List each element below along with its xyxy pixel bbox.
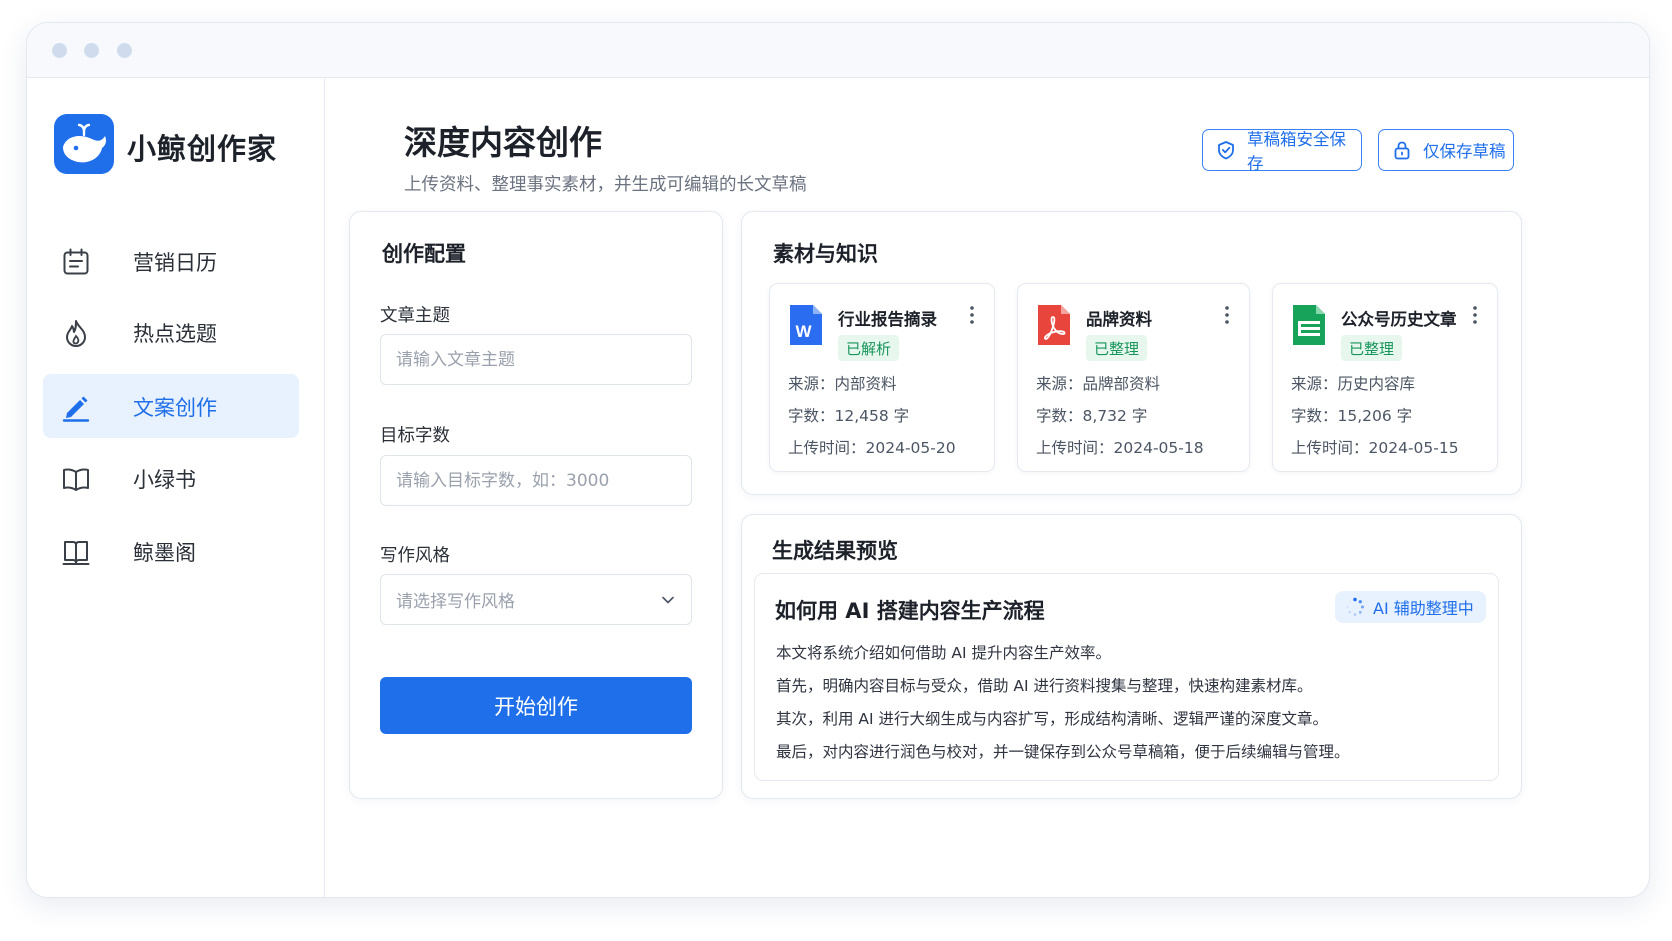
result-preview-card: 生成结果预览 如何用 AI 搭建内容生产流程 AI 辅助整理中 本文将系统介绍如…: [741, 514, 1522, 799]
preview-title: 生成结果预览: [772, 539, 898, 563]
book-icon: [62, 541, 90, 565]
main-content: 深度内容创作 上传资料、整理事实素材，并生成可编辑的长文草稿 草稿箱安全保存 仅…: [326, 78, 1649, 897]
style-select-placeholder: 请选择写作风格: [396, 592, 515, 612]
material-card[interactable]: W 行业报告摘录 已解析 来源：内部资料 字数：12,458 字 上传时间：20…: [769, 283, 995, 472]
material-source: 来源：品牌部资料: [1036, 375, 1161, 393]
safe-save-draft-label: 草稿箱安全保存: [1247, 130, 1346, 173]
chevron-down-icon: [662, 596, 674, 604]
status-badge: 已整理: [1341, 335, 1403, 361]
start-creation-button[interactable]: 开始创作: [380, 677, 692, 734]
brand-name: 小鲸创作家: [127, 132, 278, 166]
sidebar-item-jingmo-pavilion[interactable]: 鲸墨阁: [43, 519, 299, 583]
material-source: 来源：历史内容库: [1291, 375, 1416, 393]
sidebar-item-hot-topics[interactable]: 热点选题: [43, 300, 299, 364]
more-menu-icon[interactable]: [968, 304, 976, 326]
material-upload-time: 上传时间：2024-05-15: [1291, 439, 1459, 457]
word-count-label: 目标字数: [380, 426, 450, 446]
draft-title: 如何用 AI 搭建内容生产流程: [775, 599, 1045, 623]
ai-badge-label: AI 辅助整理中: [1373, 599, 1474, 618]
whale-logo-icon: [54, 114, 114, 174]
material-name: 品牌资料: [1086, 310, 1152, 329]
lock-icon: [1394, 141, 1410, 160]
material-name: 公众号历史文章: [1341, 310, 1457, 329]
material-card[interactable]: 公众号历史文章 已整理 来源：历史内容库 字数：15,206 字 上传时间：20…: [1272, 283, 1498, 472]
sidebar-item-label: 热点选题: [133, 322, 217, 346]
sidebar-item-label: 鲸墨阁: [133, 541, 196, 565]
open-book-icon: [63, 468, 89, 491]
config-title: 创作配置: [382, 242, 466, 266]
material-upload-time: 上传时间：2024-05-20: [788, 439, 956, 457]
sheet-doc-icon: [1293, 305, 1325, 345]
sidebar-item-marketing-calendar[interactable]: 营销日历: [43, 229, 299, 293]
window-titlebar: [27, 23, 1649, 78]
status-badge: 已整理: [1086, 335, 1148, 361]
material-word-count: 字数：8,732 字: [1036, 407, 1148, 425]
page-title: 深度内容创作: [404, 123, 602, 162]
creation-config-card: 创作配置 文章主题 目标字数 写作风格 请选择写作风格 开始创作: [349, 211, 723, 799]
word-doc-icon: W: [790, 305, 822, 345]
materials-title: 素材与知识: [773, 242, 878, 266]
sidebar: 小鲸创作家 营销日历 热点选题 文案创作 小绿书 鲸墨阁: [27, 78, 325, 897]
pdf-doc-icon: [1038, 305, 1070, 345]
material-word-count: 字数：12,458 字: [788, 407, 910, 425]
save-draft-only-label: 仅保存草稿: [1423, 142, 1506, 161]
save-draft-only-button[interactable]: 仅保存草稿: [1378, 129, 1514, 171]
svg-text:W: W: [796, 322, 813, 341]
flame-icon: [66, 320, 86, 347]
material-card[interactable]: 品牌资料 已整理 来源：品牌部资料 字数：8,732 字 上传时间：2024-0…: [1017, 283, 1250, 472]
sidebar-item-little-green-book[interactable]: 小绿书: [43, 446, 299, 510]
shield-check-icon: [1218, 141, 1234, 160]
more-menu-icon[interactable]: [1471, 304, 1479, 326]
style-label: 写作风格: [380, 546, 450, 566]
material-upload-time: 上传时间：2024-05-18: [1036, 439, 1204, 457]
window-dot-1: [52, 43, 67, 58]
status-badge: 已解析: [838, 335, 900, 361]
materials-card: 素材与知识 W 行业报告摘录 已解析 来源：内部资料 字数：12,458 字 上…: [741, 211, 1522, 495]
draft-paragraph: 首先，明确内容目标与受众，借助 AI 进行资料搜集与整理，快速构建素材库。: [776, 677, 1313, 695]
window-dot-2: [84, 43, 99, 58]
sidebar-item-label: 小绿书: [133, 468, 196, 492]
material-source: 来源：内部资料: [788, 375, 897, 393]
style-select[interactable]: 请选择写作风格: [380, 574, 692, 625]
loading-spinner-icon: [1346, 597, 1364, 616]
draft-paragraph: 最后，对内容进行润色与校对，并一键保存到公众号草稿箱，便于后续编辑与管理。: [776, 743, 1350, 761]
ai-processing-badge: AI 辅助整理中: [1335, 591, 1486, 623]
more-menu-icon[interactable]: [1223, 304, 1231, 326]
page-subtitle: 上传资料、整理事实素材，并生成可编辑的长文草稿: [404, 175, 807, 195]
material-word-count: 字数：15,206 字: [1291, 407, 1413, 425]
topic-label: 文章主题: [380, 306, 450, 326]
window-dot-3: [117, 43, 132, 58]
sidebar-item-label: 文案创作: [133, 396, 217, 420]
draft-document[interactable]: 如何用 AI 搭建内容生产流程 AI 辅助整理中 本文将系统介绍如何借助 AI …: [754, 573, 1499, 781]
sidebar-item-label: 营销日历: [133, 251, 217, 275]
material-name: 行业报告摘录: [838, 310, 937, 329]
draft-paragraph: 其次，利用 AI 进行大纲生成与内容扩写，形成结构清晰、逻辑严谨的深度文章。: [776, 710, 1329, 728]
word-count-input[interactable]: [380, 455, 692, 506]
safe-save-draft-button[interactable]: 草稿箱安全保存: [1202, 129, 1362, 173]
topic-input[interactable]: [380, 334, 692, 385]
app-window: 小鲸创作家 营销日历 热点选题 文案创作 小绿书 鲸墨阁 深度内容创作 上传资料…: [26, 22, 1650, 898]
pencil-icon: [62, 396, 90, 422]
calendar-icon: [63, 248, 89, 275]
draft-paragraph: 本文将系统介绍如何借助 AI 提升内容生产效率。: [776, 644, 1112, 662]
sidebar-item-copywriting[interactable]: 文案创作: [43, 374, 299, 438]
